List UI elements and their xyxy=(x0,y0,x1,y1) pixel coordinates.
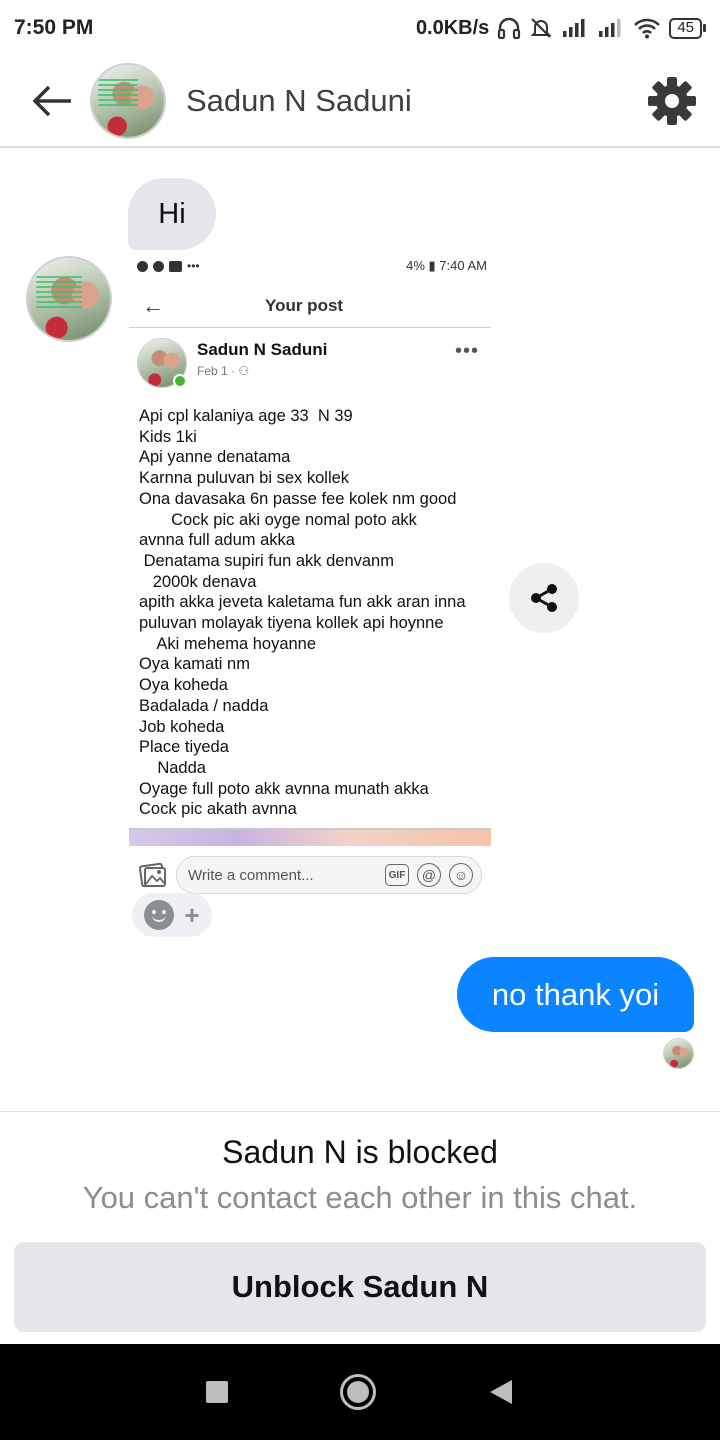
chat-header: Sadun N Saduni xyxy=(0,56,720,148)
chat-title[interactable]: Sadun N Saduni xyxy=(186,83,624,119)
shot-comment-box: Write a comment... GIF @ ☺ xyxy=(176,856,482,894)
net-speed: 0.0KB/s xyxy=(415,16,490,39)
add-reaction-button[interactable]: + xyxy=(132,893,212,937)
back-triangle-icon[interactable] xyxy=(488,1378,514,1406)
unblock-button[interactable]: Unblock Sadun N xyxy=(14,1242,706,1332)
blocked-title: Sadun N is blocked xyxy=(222,1134,498,1170)
shot-notification-icons: ••• xyxy=(137,259,200,273)
sender-avatar[interactable] xyxy=(26,256,112,342)
share-icon xyxy=(531,584,557,612)
battery-icon: 45 xyxy=(669,17,706,39)
smiley-icon: ☺ xyxy=(449,863,473,887)
shot-post-date: Feb 1 · ⚇ xyxy=(197,364,250,378)
contact-avatar[interactable] xyxy=(90,63,166,139)
status-time: 7:50 PM xyxy=(14,16,94,39)
blocked-divider xyxy=(0,1111,720,1112)
headset-icon xyxy=(498,17,521,39)
shot-post-header: Sadun N Saduni Feb 1 · ⚇ ••• xyxy=(137,338,487,390)
incoming-message[interactable]: Hi xyxy=(128,178,216,250)
battery-level: 45 xyxy=(669,17,702,39)
shot-app-bar: ← Your post xyxy=(129,284,491,328)
blocked-subtitle: You can't contact each other in this cha… xyxy=(82,1180,638,1215)
seen-receipt-avatar xyxy=(663,1038,694,1069)
gear-icon xyxy=(648,77,696,125)
gif-icon: GIF xyxy=(385,864,409,886)
signal-icon xyxy=(563,19,585,37)
at-sign-icon: @ xyxy=(417,863,441,887)
shot-app-title: Your post xyxy=(265,295,344,315)
signal-2-icon xyxy=(599,19,621,37)
recents-icon[interactable] xyxy=(206,1381,228,1403)
shot-post-body: Api cpl kalaniya age 33 N 39 Kids 1ki Ap… xyxy=(139,407,466,819)
plus-icon: + xyxy=(184,900,200,930)
mute-bell-icon xyxy=(530,18,552,38)
photo-icon xyxy=(138,862,166,888)
shot-image-strip xyxy=(129,830,491,846)
back-button[interactable] xyxy=(0,55,90,147)
wifi-icon xyxy=(634,18,661,39)
system-nav-bar xyxy=(0,1344,720,1440)
shared-image-message[interactable]: ••• 4% ▮ 7:40 AM ← Your post Sadun N Sad… xyxy=(129,250,493,850)
online-status-icon xyxy=(173,374,187,388)
shot-author-avatar xyxy=(137,338,187,388)
arrow-left-icon xyxy=(32,85,71,117)
shot-status-bar: ••• 4% ▮ 7:40 AM xyxy=(137,256,487,276)
shot-comment-placeholder: Write a comment... xyxy=(188,866,314,884)
shot-more-icon: ••• xyxy=(454,340,479,362)
outgoing-message[interactable]: no thank yoi xyxy=(457,957,694,1032)
reaction-smiley-icon xyxy=(144,900,175,930)
shot-status-right: 4% ▮ 7:40 AM xyxy=(406,258,487,273)
settings-button[interactable] xyxy=(624,55,720,147)
status-icons: 0.0KB/s 45 xyxy=(416,16,706,40)
status-bar: 7:50 PM 0.0KB/s 45 xyxy=(0,0,720,56)
share-button[interactable] xyxy=(509,563,579,633)
shot-back-arrow-icon: ← xyxy=(142,292,164,318)
home-icon[interactable] xyxy=(340,1374,376,1410)
shot-author-name: Sadun N Saduni xyxy=(197,340,328,359)
